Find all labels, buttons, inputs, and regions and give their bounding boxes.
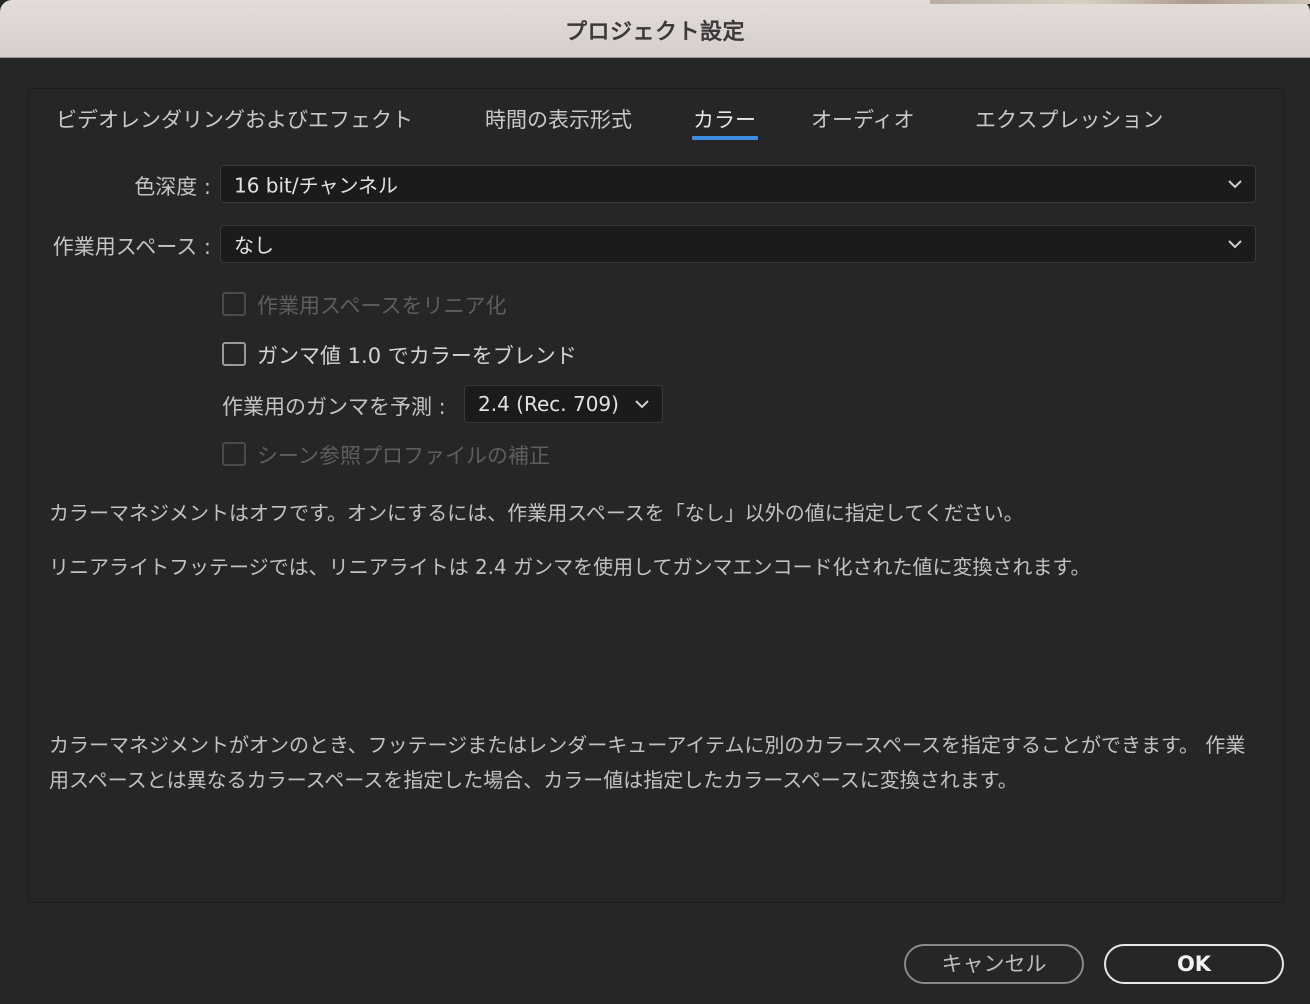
chevron-down-icon <box>635 400 649 409</box>
title-bar: プロジェクト設定 <box>0 0 1310 58</box>
bit-depth-value: 16 bit/チャンネル <box>234 173 399 198</box>
bit-depth-select[interactable]: 16 bit/チャンネル <box>220 165 1256 203</box>
ok-button[interactable]: OK <box>1104 944 1284 984</box>
tab-expressions[interactable]: エクスプレッション <box>975 104 1163 134</box>
scene-profile-label: シーン参照プロファイルの補正 <box>257 444 550 468</box>
linearize-checkbox <box>222 292 246 316</box>
linearize-label: 作業用スペースをリニア化 <box>257 294 507 318</box>
working-gamma-label: 作業用のガンマを予測 : <box>222 395 446 419</box>
info-color-management-off: カラーマネジメントはオフです。オンにするには、作業用スペースを「なし」以外の値に… <box>49 501 1024 525</box>
dialog-title: プロジェクト設定 <box>564 20 745 45</box>
blend-gamma-label[interactable]: ガンマ値 1.0 でカラーをブレンド <box>257 340 577 370</box>
chevron-down-icon <box>1228 180 1242 189</box>
working-gamma-select[interactable]: 2.4 (Rec. 709) <box>464 385 663 423</box>
cancel-button[interactable]: キャンセル <box>904 944 1084 984</box>
info-color-space-conversion: カラーマネジメントがオンのとき、フッテージまたはレンダーキューアイテムに別のカラ… <box>49 733 1246 792</box>
tab-color[interactable]: カラー <box>693 104 756 134</box>
tab-video-rendering[interactable]: ビデオレンダリングおよびエフェクト <box>56 104 413 134</box>
background-photo-strip <box>930 0 1310 4</box>
tab-audio[interactable]: オーディオ <box>811 104 915 134</box>
working-gamma-value: 2.4 (Rec. 709) <box>478 392 619 416</box>
tab-time-display[interactable]: 時間の表示形式 <box>485 104 632 134</box>
bit-depth-label: 色深度 : <box>134 175 211 199</box>
blend-gamma-checkbox[interactable] <box>222 342 246 366</box>
working-space-label: 作業用スペース : <box>52 235 211 259</box>
active-tab-indicator <box>692 136 758 140</box>
chevron-down-icon <box>1228 240 1242 249</box>
info-linear-light: リニアライトフッテージでは、リニアライトは 2.4 ガンマを使用してガンマエンコ… <box>49 555 1091 579</box>
scene-profile-checkbox <box>222 442 246 466</box>
working-space-value: なし <box>234 233 274 258</box>
working-space-select[interactable]: なし <box>220 225 1256 263</box>
